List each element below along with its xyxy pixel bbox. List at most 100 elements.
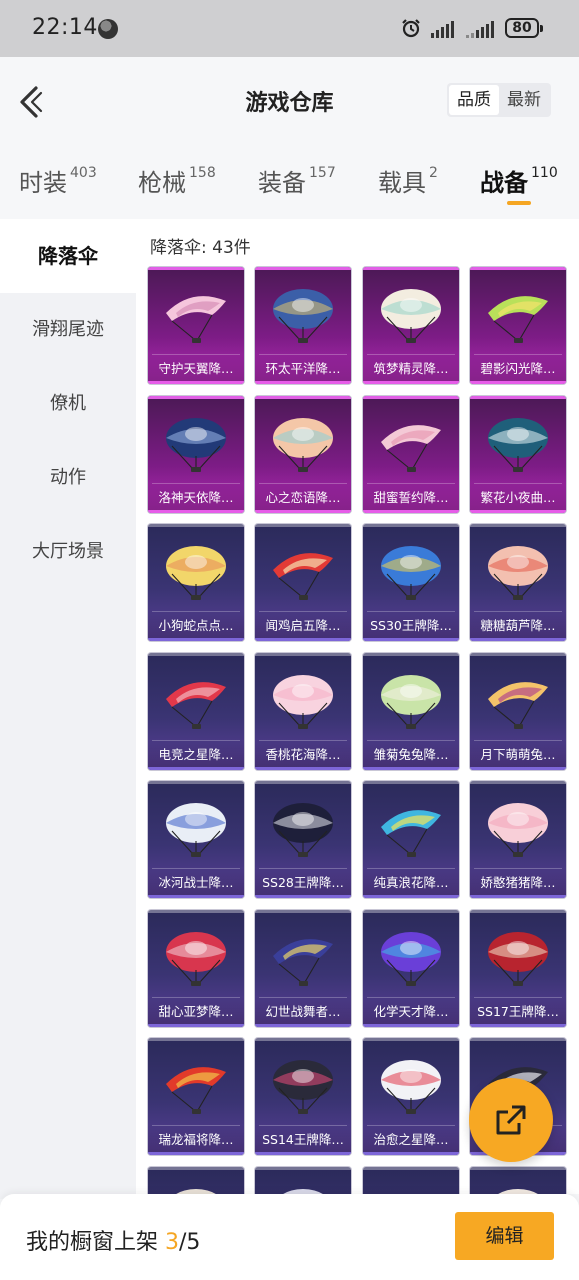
parachute-card[interactable] bbox=[255, 1167, 351, 1194]
parachute-card[interactable]: SS14王牌降… bbox=[255, 1038, 351, 1155]
parachute-card[interactable]: 环太平洋降… bbox=[255, 267, 351, 384]
tab-fashion[interactable]: 时装 403 bbox=[19, 163, 97, 198]
rarity-bar bbox=[363, 381, 459, 384]
rarity-bar bbox=[148, 895, 244, 898]
tab-label: 装备 bbox=[258, 169, 306, 197]
rarity-bar bbox=[363, 767, 459, 770]
status-time: 22:14 bbox=[32, 15, 98, 40]
active-tab-indicator bbox=[507, 201, 531, 205]
card-label: 环太平洋降… bbox=[255, 354, 351, 384]
alarm-icon bbox=[402, 19, 420, 38]
rarity-bar bbox=[255, 1152, 351, 1155]
parachute-card[interactable]: 闻鸡启五降… bbox=[255, 524, 351, 641]
page-header: 游戏仓库 品质 最新 bbox=[0, 57, 579, 147]
parachute-icon bbox=[166, 418, 226, 472]
card-label: 香桃花海降… bbox=[255, 740, 351, 770]
showcase-current-count: 3 bbox=[165, 1230, 180, 1255]
sort-toggle: 品质 最新 bbox=[447, 83, 551, 117]
parachute-card[interactable]: 筑梦精灵降… bbox=[363, 267, 459, 384]
sidebar-item-parachute[interactable]: 降落伞 bbox=[0, 219, 136, 293]
rarity-bar bbox=[363, 1152, 459, 1155]
parachute-icon bbox=[488, 682, 548, 729]
card-label: 瑞龙福将降… bbox=[148, 1125, 244, 1155]
parachute-icon bbox=[381, 289, 441, 343]
tab-vehicles[interactable]: 载具 2 bbox=[378, 163, 438, 198]
parachute-icon bbox=[273, 289, 333, 343]
parachute-card[interactable]: 繁花小夜曲… bbox=[470, 396, 566, 513]
rarity-bar bbox=[363, 1024, 459, 1027]
section-title: 降落伞: 43件 bbox=[150, 238, 251, 258]
parachute-card[interactable]: 心之恋语降… bbox=[255, 396, 351, 513]
sort-by-newest-button[interactable]: 最新 bbox=[499, 85, 549, 115]
tab-equipment[interactable]: 装备 157 bbox=[258, 163, 336, 198]
parachute-card[interactable] bbox=[470, 1167, 566, 1194]
parachute-icon bbox=[381, 1060, 441, 1114]
tab-count: 2 bbox=[429, 165, 438, 181]
rarity-bar bbox=[148, 767, 244, 770]
tab-count: 157 bbox=[309, 165, 336, 181]
card-label: 闻鸡启五降… bbox=[255, 611, 351, 641]
notification-avatar-icon bbox=[98, 19, 118, 39]
parachute-card[interactable]: 洛神天依降… bbox=[148, 396, 244, 513]
rarity-bar bbox=[470, 895, 566, 898]
share-button[interactable] bbox=[469, 1078, 553, 1162]
parachute-icon bbox=[166, 682, 226, 729]
edit-button[interactable]: 编辑 bbox=[455, 1212, 554, 1260]
parachute-card[interactable]: 化学天才降… bbox=[363, 910, 459, 1027]
parachute-card[interactable]: 娇憨猪猪降… bbox=[470, 781, 566, 898]
parachute-card[interactable]: SS17王牌降… bbox=[470, 910, 566, 1027]
parachute-card[interactable]: 碧影闪光降… bbox=[470, 267, 566, 384]
parachute-card[interactable]: 冰河战士降… bbox=[148, 781, 244, 898]
rarity-bar bbox=[363, 895, 459, 898]
parachute-card[interactable]: 治愈之星降… bbox=[363, 1038, 459, 1155]
sort-by-quality-button[interactable]: 品质 bbox=[449, 85, 499, 115]
parachute-icon bbox=[166, 546, 226, 600]
back-arrow-icon[interactable] bbox=[14, 82, 46, 122]
parachute-card[interactable]: 糖糖葫芦降… bbox=[470, 524, 566, 641]
signal-icon bbox=[466, 20, 494, 38]
tab-count: 110 bbox=[531, 165, 558, 181]
parachute-icon bbox=[498, 1189, 538, 1194]
parachute-card[interactable]: 幻世战舞者… bbox=[255, 910, 351, 1027]
parachute-card[interactable]: SS30王牌降… bbox=[363, 524, 459, 641]
signal-icon bbox=[431, 20, 454, 38]
parachute-icon bbox=[381, 675, 441, 729]
rarity-bar bbox=[148, 510, 244, 513]
parachute-card[interactable]: 纯真浪花降… bbox=[363, 781, 459, 898]
parachute-card[interactable]: 瑞龙福将降… bbox=[148, 1038, 244, 1155]
parachute-card[interactable]: 月下萌萌兔… bbox=[470, 653, 566, 770]
parachute-card[interactable]: 甜蜜誓约降… bbox=[363, 396, 459, 513]
sidebar-item-wingman[interactable]: 僚机 bbox=[0, 367, 136, 441]
card-label: 冰河战士降… bbox=[148, 868, 244, 898]
parachute-icon bbox=[377, 1183, 445, 1194]
tab-battle-gear[interactable]: 战备 110 bbox=[480, 163, 558, 198]
parachute-icon bbox=[273, 553, 333, 600]
tab-count: 403 bbox=[70, 165, 97, 181]
rarity-bar bbox=[255, 895, 351, 898]
parachute-card[interactable]: 守护天翼降… bbox=[148, 267, 244, 384]
parachute-icon bbox=[488, 296, 548, 343]
card-label: 纯真浪花降… bbox=[363, 868, 459, 898]
parachute-card[interactable]: 甜心亚梦降… bbox=[148, 910, 244, 1027]
parachute-card[interactable]: 电竞之星降… bbox=[148, 653, 244, 770]
parachute-card[interactable]: SS28王牌降… bbox=[255, 781, 351, 898]
category-tabs: 时装 403 枪械 158 装备 157 载具 2 战备 110 bbox=[0, 147, 579, 219]
rarity-bar bbox=[148, 381, 244, 384]
parachute-card[interactable]: 香桃花海降… bbox=[255, 653, 351, 770]
rarity-bar bbox=[255, 510, 351, 513]
sidebar-item-glide-trail[interactable]: 滑翔尾迹 bbox=[0, 293, 136, 367]
parachute-icon bbox=[488, 418, 548, 472]
parachute-card[interactable] bbox=[363, 1167, 459, 1194]
parachute-icon bbox=[283, 1189, 323, 1194]
tab-weapons[interactable]: 枪械 158 bbox=[138, 163, 216, 198]
parachute-card[interactable]: 小狗蛇点点… bbox=[148, 524, 244, 641]
tab-count: 158 bbox=[189, 165, 216, 181]
sidebar-item-emote[interactable]: 动作 bbox=[0, 441, 136, 515]
sidebar-item-lobby-scene[interactable]: 大厅场景 bbox=[0, 515, 136, 589]
parachute-card[interactable] bbox=[148, 1167, 244, 1194]
rarity-bar bbox=[470, 510, 566, 513]
parachute-card[interactable]: 雏菊兔兔降… bbox=[363, 653, 459, 770]
parachute-icon bbox=[381, 425, 441, 472]
rarity-bar bbox=[470, 638, 566, 641]
tab-label: 载具 bbox=[378, 169, 426, 197]
